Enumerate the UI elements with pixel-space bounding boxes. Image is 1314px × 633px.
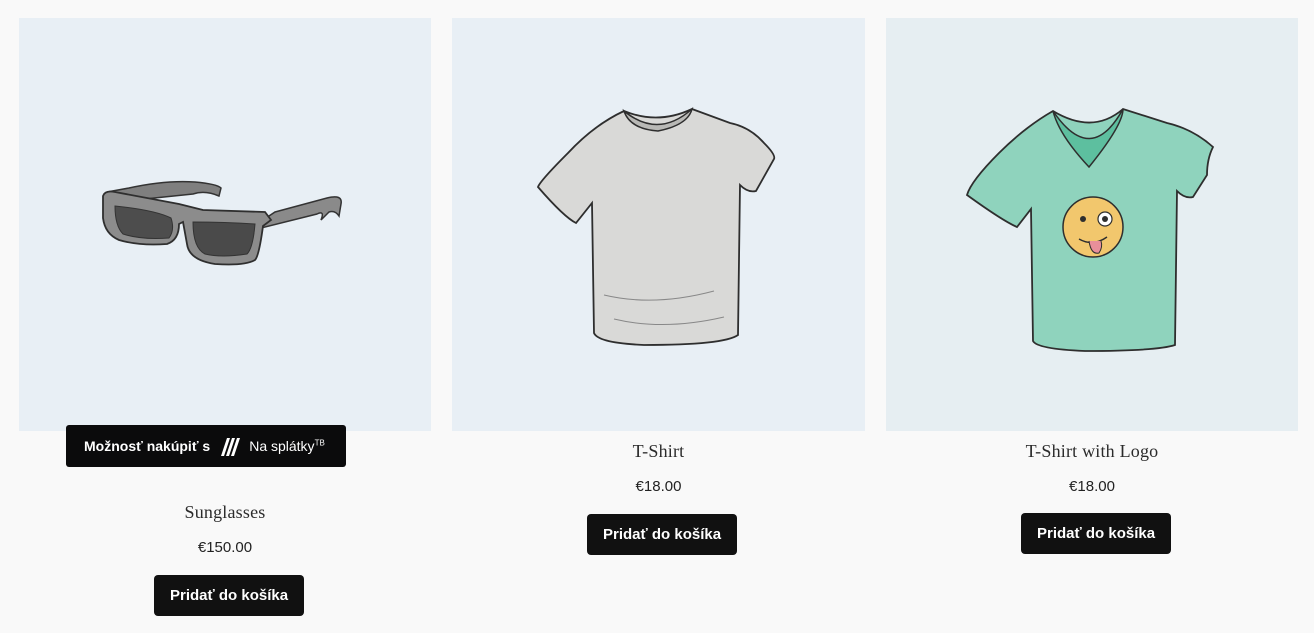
product-card-tshirt-with-logo: T-Shirt with Logo €18.00 Pridať do košík… (886, 18, 1298, 554)
add-to-cart-button[interactable]: Pridať do košíka (154, 575, 305, 616)
product-title[interactable]: T-Shirt with Logo (886, 441, 1298, 462)
product-card-sunglasses: Sunglasses €150.00 Pridať do košíka (19, 18, 431, 616)
product-price: €18.00 (1069, 478, 1115, 495)
installments-brand: Na splátkyTB (249, 438, 325, 454)
product-price: €150.00 (197, 539, 253, 556)
product-image-sunglasses[interactable] (19, 18, 431, 431)
product-title[interactable]: Sunglasses (19, 502, 431, 523)
product-title[interactable]: T-Shirt (452, 441, 865, 462)
tshirt-icon (536, 106, 775, 346)
installments-banner[interactable]: Možnosť nakúpiť s Na splátkyTB (66, 425, 346, 467)
add-to-cart-button[interactable]: Pridať do košíka (1021, 513, 1172, 554)
installments-brand-sup: TB (314, 438, 325, 448)
installments-lead-text: Možnosť nakúpiť s (84, 438, 211, 454)
installments-brand-text: Na splátky (249, 438, 315, 454)
product-price: €18.00 (635, 478, 682, 495)
product-image-tshirt-with-logo[interactable] (886, 18, 1298, 431)
sunglasses-icon (102, 180, 342, 265)
product-image-tshirt[interactable] (452, 18, 865, 431)
tshirt-logo-icon (965, 107, 1215, 352)
tatra-banka-logo-icon (219, 436, 241, 456)
add-to-cart-button[interactable]: Pridať do košíka (587, 514, 738, 555)
product-card-tshirt: T-Shirt €18.00 Pridať do košíka (452, 18, 865, 555)
